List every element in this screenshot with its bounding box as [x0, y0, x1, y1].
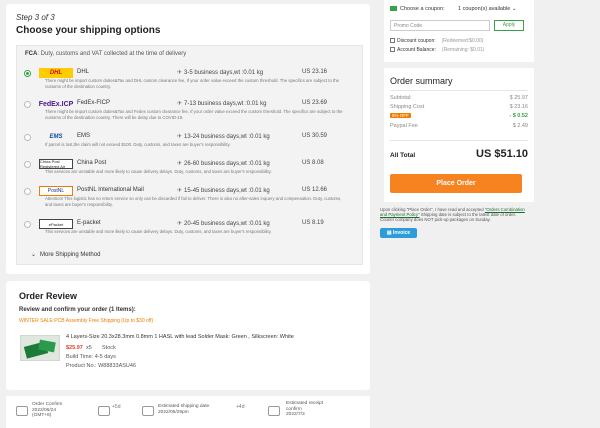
- chevron-down-icon: ⌄: [31, 252, 37, 258]
- account-balance-checkbox[interactable]: Account Balance: (Remaining: $0.01): [390, 47, 484, 53]
- plane-icon: ✈: [177, 188, 183, 194]
- order-confirm-icon: [16, 406, 28, 416]
- radio-button[interactable]: [24, 188, 31, 195]
- shipping-note: This services are unstable and more like…: [45, 169, 272, 174]
- carrier-name: DHL: [77, 69, 90, 75]
- radio-button[interactable]: [24, 101, 31, 108]
- shipping-note: There might be import custom duties&Tax …: [45, 109, 343, 120]
- shipping-option-dhl[interactable]: DHL DHL ✈ 3-5 business days,wt :0.01 kg U…: [17, 66, 362, 89]
- subtotal-row: Subtotal: $ 25.97: [390, 95, 528, 101]
- more-shipping-toggle[interactable]: ⌄ More Shipping Method: [31, 251, 100, 258]
- shipping-price: US 12.66: [302, 187, 328, 193]
- carrier-name: FedEx-FICP: [77, 100, 111, 106]
- shipping-option-china-post[interactable]: China Post Registered Air China Post ✈ 26…: [17, 157, 362, 179]
- postnl-logo: PostNL: [39, 186, 73, 196]
- shipping-note: Attention! This logistic has no return s…: [45, 196, 342, 207]
- delivery-time: ✈ 7-13 business days,wt :0.01 kg: [177, 101, 267, 107]
- coupon-label: Choose a coupon:: [390, 6, 445, 12]
- epacket-logo: ePacket: [39, 219, 73, 229]
- carrier-name: EMS: [77, 133, 91, 139]
- ems-logo: EMS: [49, 134, 63, 140]
- shipping-price: US 8.08: [302, 160, 324, 166]
- delivery-time: ✈ 26-60 business days,wt :0.01 kg: [177, 161, 270, 167]
- product-number: Product No.: W88833ASU46: [66, 363, 137, 369]
- terms-notice: Upon clicking "Place Order", I have read…: [380, 207, 525, 223]
- coupon-card: Choose a coupon: 1 coupon(s) available ⌄…: [384, 0, 534, 62]
- arrow-step-2: +4d: [236, 404, 245, 410]
- delivery-time: ✈ 20-45 business days,wt :0.01 kg: [177, 221, 270, 227]
- shipping-options-card: Step 3 of 3 Choose your shipping options…: [6, 4, 370, 274]
- china-post-logo: China Post Registered Air: [39, 159, 73, 169]
- paypal-fee-row: Paypal Fee $ 2.49: [390, 123, 528, 129]
- step-indicator: Step 3 of 3: [16, 13, 55, 22]
- invoice-button[interactable]: ▤ Invoice: [380, 228, 417, 238]
- shipping-option-epacket[interactable]: ePacket E-packet ✈ 20-45 business days,wt…: [17, 217, 362, 239]
- delivery-time: ✈ 15-45 business days,wt :0.01 kg: [177, 188, 270, 194]
- shipping-note: There might be import custom duties&Tax …: [45, 78, 340, 89]
- gear-icon: [98, 406, 110, 416]
- order-review-card: Order Review Review and confirm your ord…: [6, 281, 370, 390]
- build-time: Build Time: 4-5 days: [66, 354, 116, 360]
- truck-icon: [268, 406, 280, 416]
- shipping-option-fedex[interactable]: FedEx.ICP FedEx-FICP ✈ 7-13 business days…: [17, 97, 362, 120]
- fca-notice: FCA: Duty, customs and VAT collected at …: [25, 51, 187, 57]
- shipping-note: If parcel is lost,the claim will not exc…: [45, 142, 231, 147]
- chevron-down-icon: ⌄: [511, 6, 517, 12]
- estimated-receipt-step: Estimated receipt confirm 2022/7/3: [286, 401, 324, 418]
- promo-code-input[interactable]: Promo Code: [390, 20, 490, 31]
- off-badge: 5% OFF: [390, 113, 411, 118]
- delivery-time: ✈ 3-5 business days,wt :0.01 kg: [177, 70, 264, 76]
- plane-icon: ✈: [177, 134, 183, 140]
- discount-row: 5% OFF - $ 0.52: [390, 113, 528, 119]
- shipping-option-ems[interactable]: EMS EMS ✈ 13-24 business days,wt :0.01 kg…: [17, 130, 362, 152]
- estimated-shipping-step: Estimated shipping date 2022/06/29pm: [158, 404, 210, 415]
- arrow-step-1: +5d: [112, 404, 121, 410]
- order-summary-card: Order summary Subtotal: $ 25.97 Shipping …: [384, 68, 534, 202]
- item-description: 4 Layers-Size 20.3x28.3mm 0.8mm 1 HASL w…: [66, 334, 294, 340]
- delivery-timeline: Order Confirm 2022/06/24 (GMT+8) +5d Estim…: [6, 396, 370, 428]
- invoice-icon: ▤: [386, 230, 392, 236]
- total-value: US $51.10: [476, 148, 528, 160]
- order-review-subtitle: Review and confirm your order (1 Items):: [19, 307, 136, 313]
- coupon-icon: [390, 6, 397, 12]
- carrier-name: PostNL International Mail: [77, 187, 144, 193]
- shipping-price: US 23.16: [302, 69, 328, 75]
- apply-button[interactable]: Apply: [494, 20, 524, 31]
- plane-icon: ✈: [177, 161, 183, 167]
- order-confirm-step: Order Confirm 2022/06/24 (GMT+8): [32, 402, 63, 419]
- shipping-option-postnl[interactable]: PostNL PostNL International Mail ✈ 15-45 …: [17, 184, 362, 207]
- shipping-price: US 8.19: [302, 220, 324, 226]
- item-price: $25.97: [66, 345, 83, 351]
- plane-icon: ✈: [177, 70, 183, 76]
- plane-icon: ✈: [177, 101, 183, 107]
- total-label: All Total: [390, 152, 416, 159]
- discount-coupon-checkbox[interactable]: Discount coupon: (Redeemed:$0.00): [390, 38, 483, 44]
- promo-banner[interactable]: WINTER SALE:PCB Assembly Free Shipping (…: [19, 318, 153, 324]
- item-stock: Stock: [102, 345, 116, 351]
- shipping-price: US 30.59: [302, 133, 328, 139]
- coupon-select[interactable]: 1 coupon(s) available ⌄: [458, 6, 516, 12]
- carrier-name: China Post: [77, 160, 107, 166]
- page-title: Choose your shipping options: [16, 25, 161, 36]
- order-review-title: Order Review: [19, 291, 78, 301]
- shipping-note: This services are unstable and more like…: [45, 229, 272, 234]
- shipping-price: US 23.69: [302, 100, 328, 106]
- delivery-time: ✈ 13-24 business days,wt :0.01 kg: [177, 134, 270, 140]
- order-summary-title: Order summary: [390, 76, 453, 86]
- radio-button[interactable]: [24, 134, 31, 141]
- dhl-logo: DHL: [39, 68, 73, 78]
- radio-button[interactable]: [24, 161, 31, 168]
- radio-button[interactable]: [24, 221, 31, 228]
- shipping-options-list: FCA: Duty, customs and VAT collected at …: [16, 45, 363, 265]
- plane-icon: ✈: [177, 221, 183, 227]
- shipping-date-icon: [142, 406, 154, 416]
- pcb-product-image: [20, 335, 60, 361]
- fedex-logo: FedEx.ICP: [38, 100, 74, 108]
- radio-button[interactable]: [24, 70, 31, 77]
- item-quantity: x5: [86, 345, 92, 351]
- place-order-button[interactable]: Place Order: [390, 174, 522, 193]
- shipping-cost-row: Shipping Cost $ 23.16: [390, 104, 528, 110]
- carrier-name: E-packet: [77, 220, 101, 226]
